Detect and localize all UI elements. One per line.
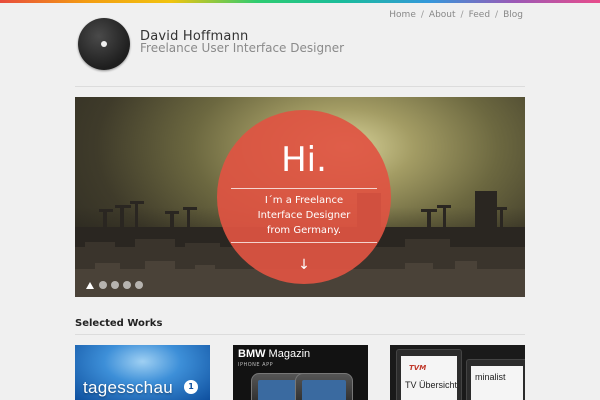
top-color-bar xyxy=(0,0,600,3)
nav-separator: / xyxy=(420,10,424,20)
work-thumbnail-bmw-magazin[interactable]: BMW Magazin IPHONE APP xyxy=(233,345,368,400)
logo-dot xyxy=(101,41,107,47)
nav-separator: / xyxy=(460,10,464,20)
hero-divider-bottom xyxy=(231,242,377,243)
tablet-screen: TVM TV Übersicht xyxy=(401,356,457,400)
work-thumbnail-tagesschau[interactable]: tagesschau 1 xyxy=(75,345,210,400)
work-label: tagesschau xyxy=(83,378,173,397)
tablet-image: minalist xyxy=(466,359,525,400)
slider-dot[interactable] xyxy=(111,281,119,289)
main-nav: Home / About / Feed / Blog xyxy=(389,10,523,20)
phone-image xyxy=(295,373,353,400)
hero-intro-text: I´m a Freelance Interface Designer from … xyxy=(257,195,351,236)
slider-pagination xyxy=(86,281,147,289)
work-sublabel: IPHONE APP xyxy=(238,362,274,368)
phone-screen xyxy=(302,380,346,400)
work-label: minalist xyxy=(475,372,506,382)
channel-logo-icon: 1 xyxy=(184,380,198,394)
header-divider xyxy=(75,86,525,87)
nav-feed[interactable]: Feed xyxy=(469,10,490,20)
arrow-down-icon[interactable]: ↓ xyxy=(294,255,314,275)
section-title: Selected Works xyxy=(75,318,163,329)
work-label-rest: Magazin xyxy=(265,348,311,360)
nav-home[interactable]: Home xyxy=(389,10,416,20)
hero-greeting: Hi. xyxy=(281,140,327,180)
nav-separator: / xyxy=(495,10,499,20)
work-label: TV Übersicht xyxy=(405,380,458,390)
nav-about[interactable]: About xyxy=(429,10,456,20)
hero-slider: Hi. I´m a Freelance Interface Designer f… xyxy=(75,97,525,297)
slider-dot[interactable] xyxy=(123,281,131,289)
work-label-bold: BMW xyxy=(238,348,266,360)
work-thumbnail-tv-apps[interactable]: TVM TV Übersicht minalist xyxy=(390,345,525,400)
section-divider xyxy=(75,334,525,335)
hero-divider-top xyxy=(231,188,377,189)
hero-intro-circle: Hi. I´m a Freelance Interface Designer f… xyxy=(217,110,391,284)
site-tagline: Freelance User Interface Designer xyxy=(140,41,345,55)
logo-icon[interactable] xyxy=(78,18,130,70)
slider-dot[interactable] xyxy=(135,281,143,289)
slider-dot[interactable] xyxy=(99,281,107,289)
nav-blog[interactable]: Blog xyxy=(503,10,523,20)
tv-logo: TVM xyxy=(409,364,427,372)
tablet-image: TVM TV Übersicht xyxy=(396,349,462,400)
tablet-screen: minalist xyxy=(471,366,523,400)
play-icon[interactable] xyxy=(86,281,94,289)
work-label: BMW Magazin xyxy=(238,348,310,360)
